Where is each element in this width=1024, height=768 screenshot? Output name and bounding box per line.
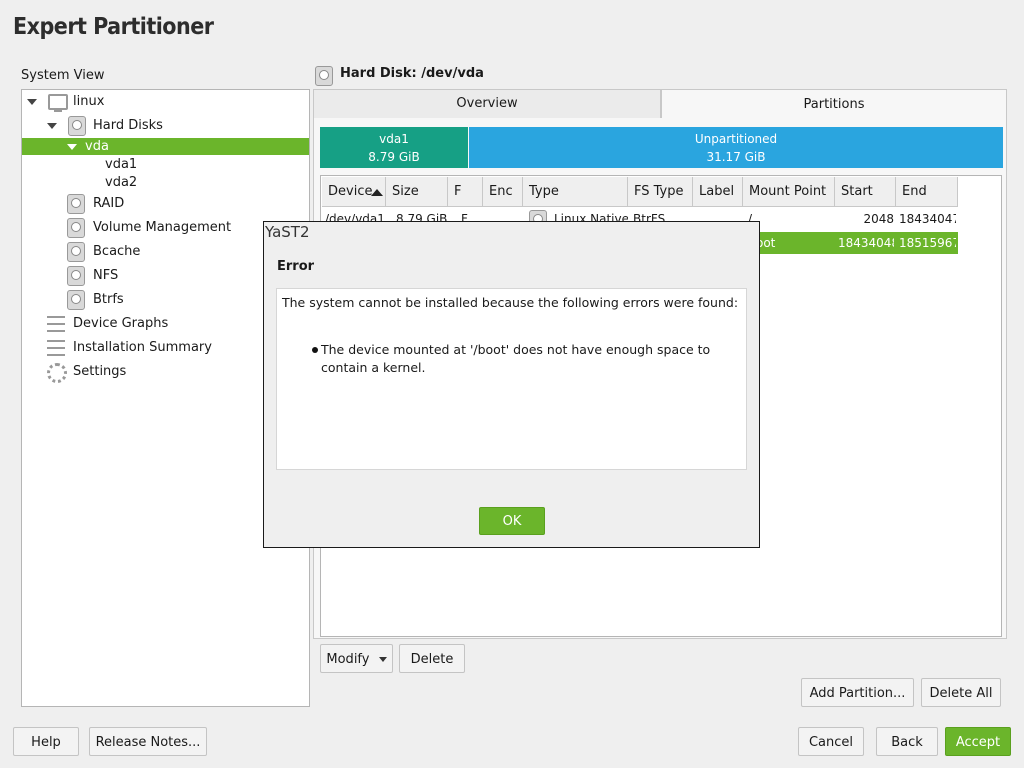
segment-size: 8.79 GiB xyxy=(368,150,420,164)
column-header-fs-type[interactable]: FS Type xyxy=(628,177,693,207)
sort-ascending-icon xyxy=(371,189,383,196)
column-header-start[interactable]: Start xyxy=(835,177,896,207)
system-view-label: System View xyxy=(21,68,105,83)
btrfs-icon xyxy=(67,290,85,310)
add-partition-button[interactable]: Add Partition... xyxy=(801,678,914,707)
column-header-type[interactable]: Type xyxy=(523,177,628,207)
column-header-mount-point[interactable]: Mount Point xyxy=(743,177,835,207)
dialog-message-area: The system cannot be installed because t… xyxy=(276,288,747,470)
tree-item-bcache[interactable]: Bcache xyxy=(93,241,140,263)
modify-label: Modify xyxy=(326,652,370,667)
back-button[interactable]: Back xyxy=(876,727,938,756)
column-header-label[interactable]: Label xyxy=(693,177,743,207)
tab-partitions[interactable]: Partitions xyxy=(661,89,1007,119)
cell-start: 18434048 xyxy=(838,236,894,250)
volume-management-icon xyxy=(67,218,85,238)
tree-item-raid[interactable]: RAID xyxy=(93,193,124,215)
column-header-device[interactable]: Device xyxy=(322,177,386,207)
tab-overview[interactable]: Overview xyxy=(313,89,661,119)
disk-bar-segment-vda1[interactable]: vda1 8.79 GiB xyxy=(320,127,468,168)
bcache-icon xyxy=(67,242,85,262)
segment-name: Unpartitioned xyxy=(694,132,778,146)
cancel-button[interactable]: Cancel xyxy=(798,727,864,756)
chevron-down-icon xyxy=(378,657,387,662)
error-item: The device mounted at '/boot' does not h… xyxy=(321,342,711,375)
column-header-end[interactable]: End xyxy=(896,177,958,207)
tree-item-device-graphs[interactable]: Device Graphs xyxy=(73,313,168,335)
help-button[interactable]: Help xyxy=(13,727,79,756)
delete-button[interactable]: Delete xyxy=(399,644,465,673)
tree-item-linux[interactable]: linux xyxy=(73,91,104,113)
cell-mount-point: oot xyxy=(756,236,776,250)
ok-button[interactable]: OK xyxy=(479,507,545,535)
tree-item-hard-disks[interactable]: Hard Disks xyxy=(93,115,163,137)
page-title: Expert Partitioner xyxy=(13,14,214,40)
tree-selection-highlight xyxy=(22,138,309,155)
tree-item-nfs[interactable]: NFS xyxy=(93,265,118,287)
device-graphs-icon xyxy=(47,316,65,332)
release-notes-button[interactable]: Release Notes... xyxy=(89,727,207,756)
delete-all-button[interactable]: Delete All xyxy=(921,678,1001,707)
bullet-icon xyxy=(312,343,320,353)
gear-icon xyxy=(47,363,67,383)
nfs-icon xyxy=(67,266,85,286)
tree-item-btrfs[interactable]: Btrfs xyxy=(93,289,124,311)
tree-item-vda2[interactable]: vda2 xyxy=(105,172,137,194)
dialog-window-title: YaST2 xyxy=(265,223,310,241)
cell-end: 18434047 xyxy=(899,212,956,226)
segment-name: vda1 xyxy=(379,132,409,146)
computer-icon xyxy=(48,94,68,112)
expand-triangle-icon[interactable] xyxy=(67,144,77,150)
cell-start: 2048 xyxy=(863,212,894,226)
disk-heading: Hard Disk: /dev/vda xyxy=(340,66,484,81)
raid-icon xyxy=(67,194,85,214)
tree-item-volume-management[interactable]: Volume Management xyxy=(93,217,231,239)
disk-bar-segment-unpartitioned[interactable]: Unpartitioned 31.17 GiB xyxy=(469,127,1003,168)
tree-item-settings[interactable]: Settings xyxy=(73,361,126,383)
column-header-enc[interactable]: Enc xyxy=(483,177,523,207)
expand-triangle-icon[interactable] xyxy=(27,99,37,105)
column-header-size[interactable]: Size xyxy=(386,177,448,207)
column-header-f[interactable]: F xyxy=(448,177,483,207)
header-label: Device xyxy=(328,184,373,199)
cell-end: 18515967 xyxy=(899,236,956,250)
installation-summary-icon xyxy=(47,340,65,356)
expand-triangle-icon[interactable] xyxy=(47,123,57,129)
dialog-heading: Error xyxy=(277,259,315,274)
error-dialog: YaST2 Error The system cannot be install… xyxy=(263,221,760,548)
hard-disk-icon xyxy=(68,116,86,136)
accept-button[interactable]: Accept xyxy=(945,727,1011,756)
modify-button[interactable]: Modify xyxy=(320,644,393,673)
segment-size: 31.17 GiB xyxy=(706,150,766,164)
dialog-message: The system cannot be installed because t… xyxy=(282,295,739,310)
tree-item-installation-summary[interactable]: Installation Summary xyxy=(73,337,212,359)
hard-disk-icon xyxy=(315,66,333,86)
